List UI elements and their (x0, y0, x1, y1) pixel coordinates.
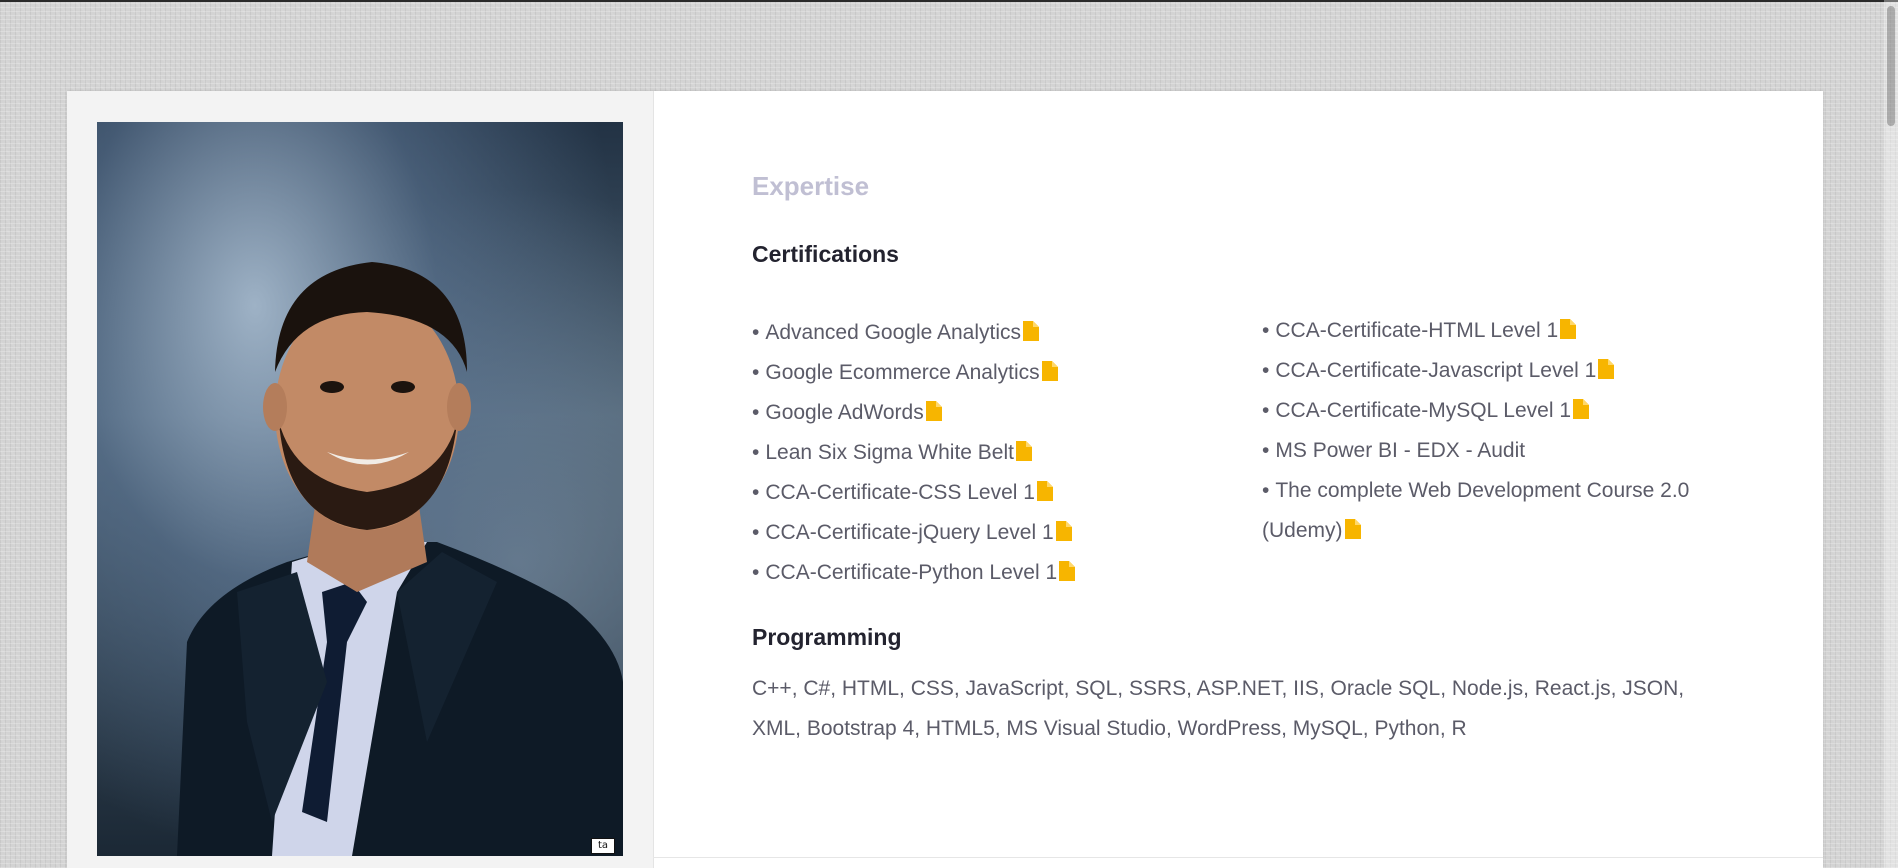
bullet: • (1262, 479, 1270, 502)
certification-item: • CCA-Certificate-HTML Level 1 (1262, 311, 1722, 351)
certifications-list-left: • Advanced Google Analytics • Google Ecomme… (752, 313, 1222, 593)
bullet: • (1262, 359, 1270, 382)
profile-card: ta Expertise Certifications • Advanced Go… (67, 91, 1823, 868)
bullet: • (752, 561, 760, 584)
bullet: • (752, 361, 760, 384)
certification-item: • CCA-Certificate-CSS Level 1 (752, 473, 1222, 513)
certification-title: CCA-Certificate-Python Level 1 (765, 561, 1058, 584)
certifications-list-right: • CCA-Certificate-HTML Level 1 • CCA-Certif… (1262, 311, 1722, 551)
photo-panel: ta (67, 91, 654, 868)
document-icon[interactable] (1041, 360, 1059, 382)
document-icon[interactable] (1572, 398, 1590, 420)
bullet: • (1262, 399, 1270, 422)
certification-title: Advanced Google Analytics (765, 321, 1022, 344)
programming-heading: Programming (752, 624, 902, 650)
document-icon[interactable] (1559, 318, 1577, 340)
expertise-section: Expertise Certifications • Advanced Googl… (653, 91, 1823, 868)
certification-title: The complete Web Development Course 2.0 … (1262, 479, 1690, 542)
divider (653, 857, 1823, 858)
certification-title: Google AdWords (765, 401, 924, 424)
certification-item: • CCA-Certificate-MySQL Level 1 (1262, 391, 1722, 431)
certification-title: Lean Six Sigma White Belt (765, 441, 1014, 464)
certification-title: CCA-Certificate-jQuery Level 1 (765, 521, 1054, 544)
certification-item: • Google Ecommerce Analytics (752, 353, 1222, 393)
document-icon[interactable] (925, 400, 943, 422)
certification-item: • Advanced Google Analytics (752, 313, 1222, 353)
bullet: • (1262, 439, 1270, 462)
certification-title: CCA-Certificate-MySQL Level 1 (1275, 399, 1571, 422)
bullet: • (752, 481, 760, 504)
certification-title: CCA-Certificate-Javascript Level 1 (1275, 359, 1597, 382)
certifications-heading: Certifications (752, 241, 899, 267)
document-icon[interactable] (1597, 358, 1615, 380)
window-top-border (0, 0, 1898, 2)
certification-title: CCA-Certificate-HTML Level 1 (1275, 319, 1559, 342)
photo-watermark: ta (591, 838, 615, 854)
bullet: • (752, 401, 760, 424)
certification-item: • CCA-Certificate-Javascript Level 1 (1262, 351, 1722, 391)
section-label: Expertise (752, 171, 870, 201)
scrollbar[interactable] (1884, 0, 1898, 868)
bullet: • (752, 521, 760, 544)
document-icon[interactable] (1058, 560, 1076, 582)
document-icon[interactable] (1344, 518, 1362, 540)
profile-photo: ta (97, 122, 623, 856)
certification-item: • CCA-Certificate-jQuery Level 1 (752, 513, 1222, 553)
scrollbar-thumb[interactable] (1887, 6, 1895, 126)
certification-title: Google Ecommerce Analytics (765, 361, 1040, 384)
bullet: • (1262, 319, 1270, 342)
certification-title: CCA-Certificate-CSS Level 1 (765, 481, 1035, 504)
document-icon[interactable] (1022, 320, 1040, 342)
certification-item: • Google AdWords (752, 393, 1222, 433)
document-icon[interactable] (1055, 520, 1073, 542)
certification-item: • MS Power BI - EDX - Audit (1262, 431, 1722, 471)
certification-item: • CCA-Certificate-Python Level 1 (752, 553, 1222, 593)
certification-title: MS Power BI - EDX - Audit (1275, 439, 1526, 462)
certification-item: • The complete Web Development Course 2.0… (1262, 471, 1722, 551)
bullet: • (752, 441, 760, 464)
programming-skills: C++, C#, HTML, CSS, JavaScript, SQL, SSR… (752, 677, 1685, 740)
document-icon[interactable] (1015, 440, 1033, 462)
bullet: • (752, 321, 760, 344)
certification-item: • Lean Six Sigma White Belt (752, 433, 1222, 473)
document-icon[interactable] (1036, 480, 1054, 502)
